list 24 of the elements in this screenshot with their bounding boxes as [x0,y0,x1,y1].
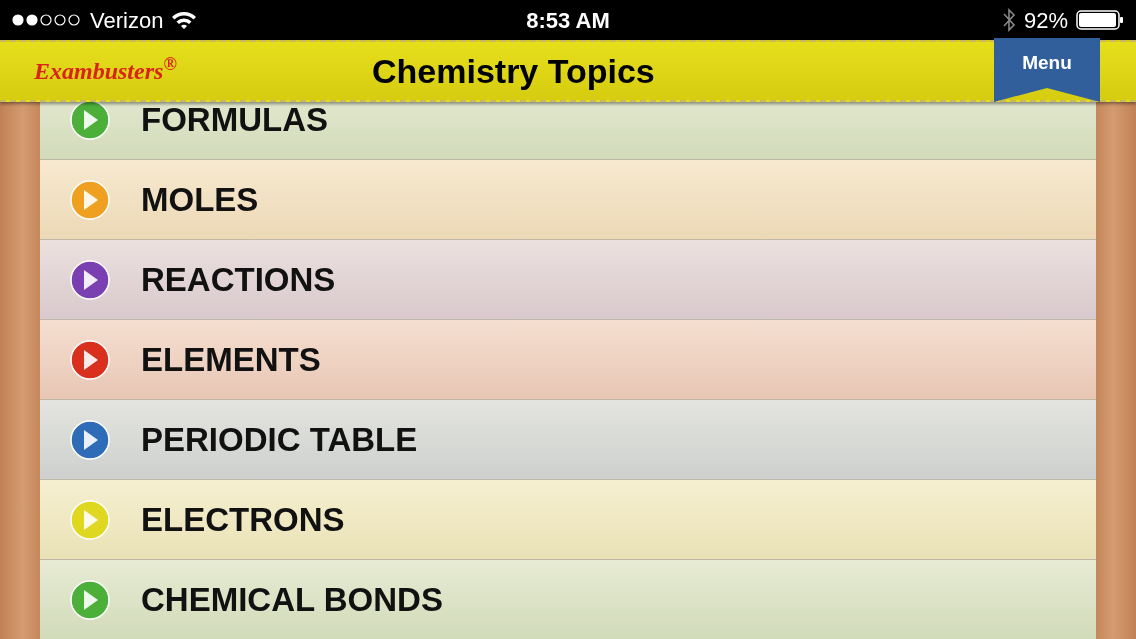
topic-label: MOLES [141,179,259,220]
signal-strength-icon [12,14,82,26]
bluetooth-icon [1001,8,1016,32]
topic-label: ELEMENTS [141,339,321,380]
carrier-name: Verizon [90,6,164,35]
wifi-icon [171,10,198,30]
topic-row[interactable]: REACTIONS [40,240,1096,320]
clock-time: 8:53 AM [526,6,610,35]
topic-row[interactable]: CHEMICAL BONDS [40,560,1096,639]
battery-percentage: 92% [1023,6,1068,35]
topic-label: REACTIONS [141,259,336,300]
app-logo: Exambusters$^{®}$ [33,53,178,86]
topic-row[interactable]: MOLES [40,160,1096,240]
topic-row[interactable]: PERIODIC TABLE [40,400,1096,480]
battery-icon [1076,10,1124,30]
topic-label: FORMULAS [141,102,328,140]
page-title: Chemistry Topics [372,50,655,92]
topic-row[interactable]: FORMULAS [40,102,1096,160]
topic-row[interactable]: ELECTRONS [40,480,1096,560]
menu-button[interactable]: Menu [994,38,1100,102]
topic-label: PERIODIC TABLE [141,419,418,460]
topic-row[interactable]: ELEMENTS [40,320,1096,400]
topic-label: ELECTRONS [141,499,345,540]
topic-label: CHEMICAL BONDS [141,579,443,620]
